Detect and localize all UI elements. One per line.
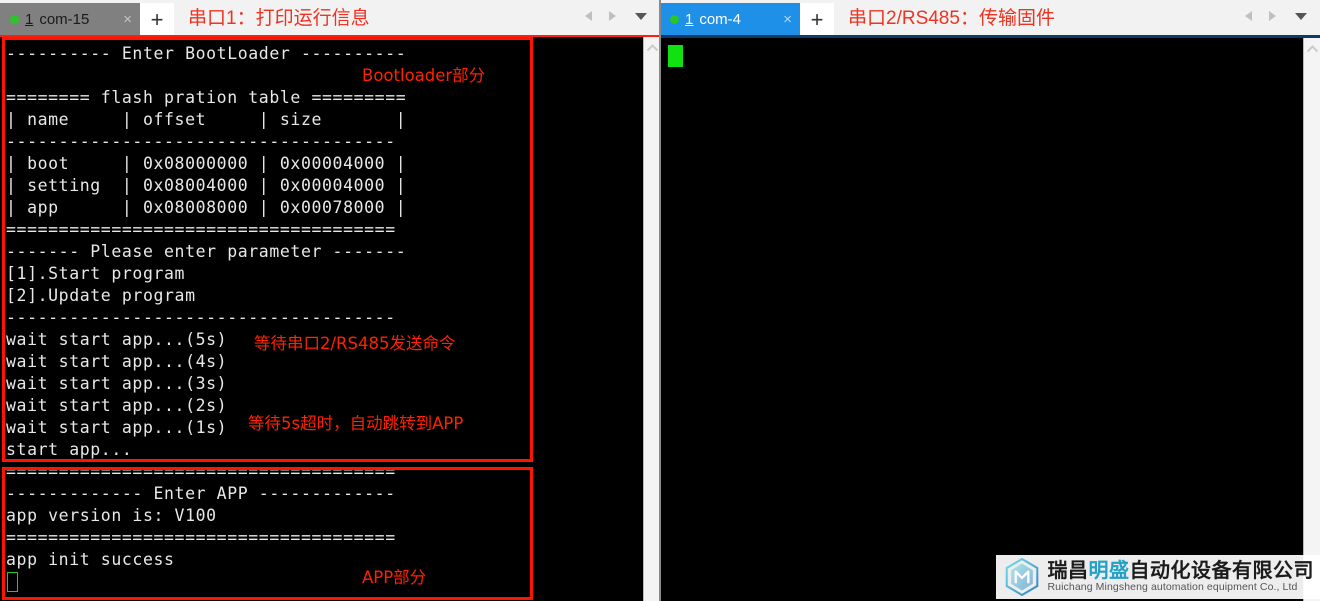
annotation-text: 等待串口2/RS485发送命令 (254, 334, 456, 353)
watermark-text: 瑞昌明盛自动化设备有限公司 Ruichang Mingsheng automat… (1047, 559, 1315, 594)
right-tab-bar: 1 com-4 × + 串口2/RS485：传输固件 (660, 0, 1320, 36)
terminal-line: | boot | 0x08000000 | 0x00004000 | (6, 154, 407, 173)
terminal-line: start app... (6, 440, 133, 459)
terminal-line: app init success (6, 550, 175, 569)
close-icon[interactable]: × (781, 11, 794, 28)
green-status-dot (670, 15, 679, 24)
panel-divider (659, 0, 661, 601)
chevron-down-icon[interactable] (1290, 7, 1312, 25)
terminal-line: ------------------------------------- (6, 308, 396, 327)
tab-com-4[interactable]: 1 com-4 × (660, 3, 800, 36)
terminal-line: ---------- Enter BootLoader ---------- (6, 44, 407, 63)
prev-arrow-icon[interactable] (1240, 7, 1258, 25)
green-status-dot (10, 15, 19, 24)
watermark-company-cn: 瑞昌明盛自动化设备有限公司 (1047, 559, 1315, 582)
terminal-line: ------------------------------------- (6, 132, 396, 151)
left-terminal-output[interactable]: ---------- Enter BootLoader ---------- ==… (0, 37, 643, 601)
watermark-cn-highlight: 明盛 (1088, 559, 1130, 582)
tab-label: com-15 (39, 11, 90, 28)
right-terminal-wrap (660, 35, 1320, 601)
serial-terminal-window: 1 com-15 × + 串口1：打印运行信息 ---------- Enter… (0, 0, 1320, 601)
company-watermark: 瑞昌明盛自动化设备有限公司 Ruichang Mingsheng automat… (995, 555, 1320, 599)
terminal-line: wait start app...(5s) (6, 330, 228, 349)
terminal-line: app version is: V100 (6, 506, 217, 525)
terminal-line: | setting | 0x08004000 | 0x00004000 | (6, 176, 407, 195)
terminal-line: wait start app...(4s) (6, 352, 228, 371)
right-serial-panel: 1 com-4 × + 串口2/RS485：传输固件 (660, 0, 1320, 601)
scroll-up-icon[interactable] (646, 40, 659, 58)
terminal-line: | app | 0x08008000 | 0x00078000 | (6, 198, 407, 217)
tab-number: 1 (25, 11, 34, 28)
terminal-line: ------------- Enter APP ------------- (6, 484, 396, 503)
right-tab-controls (1240, 7, 1320, 29)
left-panel-title: 串口1：打印运行信息 (188, 8, 370, 29)
new-tab-button[interactable]: + (140, 3, 174, 36)
left-tab-bar: 1 com-15 × + 串口1：打印运行信息 (0, 0, 660, 36)
terminal-line: [1].Start program (6, 264, 186, 283)
watermark-cn-prefix: 瑞昌 (1047, 559, 1089, 582)
terminal-line: [2].Update program (6, 286, 196, 305)
solid-green-cursor (668, 45, 683, 67)
terminal-line: ------- Please enter parameter ------- (6, 242, 407, 261)
annotation-text: Bootloader部分 (362, 66, 486, 85)
right-terminal-output[interactable] (660, 38, 1303, 601)
terminal-line: ===================================== (6, 528, 396, 547)
scroll-up-icon[interactable] (1306, 41, 1319, 59)
prev-arrow-icon[interactable] (580, 7, 598, 25)
next-arrow-icon[interactable] (1262, 7, 1280, 25)
tab-label: com-4 (699, 11, 742, 28)
watermark-company-en: Ruichang Mingsheng automation equipment … (1047, 581, 1298, 594)
terminal-line: ===================================== (6, 220, 396, 239)
next-arrow-icon[interactable] (602, 7, 620, 25)
left-terminal-wrap: ---------- Enter BootLoader ---------- ==… (0, 35, 660, 601)
tab-number: 1 (685, 11, 694, 28)
close-icon[interactable]: × (121, 11, 134, 28)
watermark-cn-suffix: 自动化设备有限公司 (1129, 559, 1314, 582)
annotation-text: 等待5s超时，自动跳转到APP (248, 414, 464, 433)
hollow-green-cursor (7, 572, 18, 592)
tab-com-15[interactable]: 1 com-15 × (0, 3, 140, 36)
terminal-line: wait start app...(2s) (6, 396, 228, 415)
terminal-line: wait start app...(3s) (6, 374, 228, 393)
terminal-line: | name | offset | size | (6, 110, 407, 129)
annotation-text: APP部分 (362, 568, 427, 587)
terminal-line: ===================================== (6, 462, 396, 481)
right-terminal-scrollbar[interactable] (1303, 38, 1320, 601)
left-terminal-scrollbar[interactable] (643, 37, 660, 601)
terminal-line: ======== flash pration table ========= (6, 88, 407, 107)
right-panel-title: 串口2/RS485：传输固件 (848, 8, 1055, 29)
left-serial-panel: 1 com-15 × + 串口1：打印运行信息 ---------- Enter… (0, 0, 660, 601)
terminal-line: wait start app...(1s) (6, 418, 228, 437)
left-tab-controls (580, 7, 660, 29)
new-tab-button[interactable]: + (800, 3, 834, 36)
hexagon-m-logo (1005, 558, 1038, 596)
chevron-down-icon[interactable] (630, 7, 652, 25)
